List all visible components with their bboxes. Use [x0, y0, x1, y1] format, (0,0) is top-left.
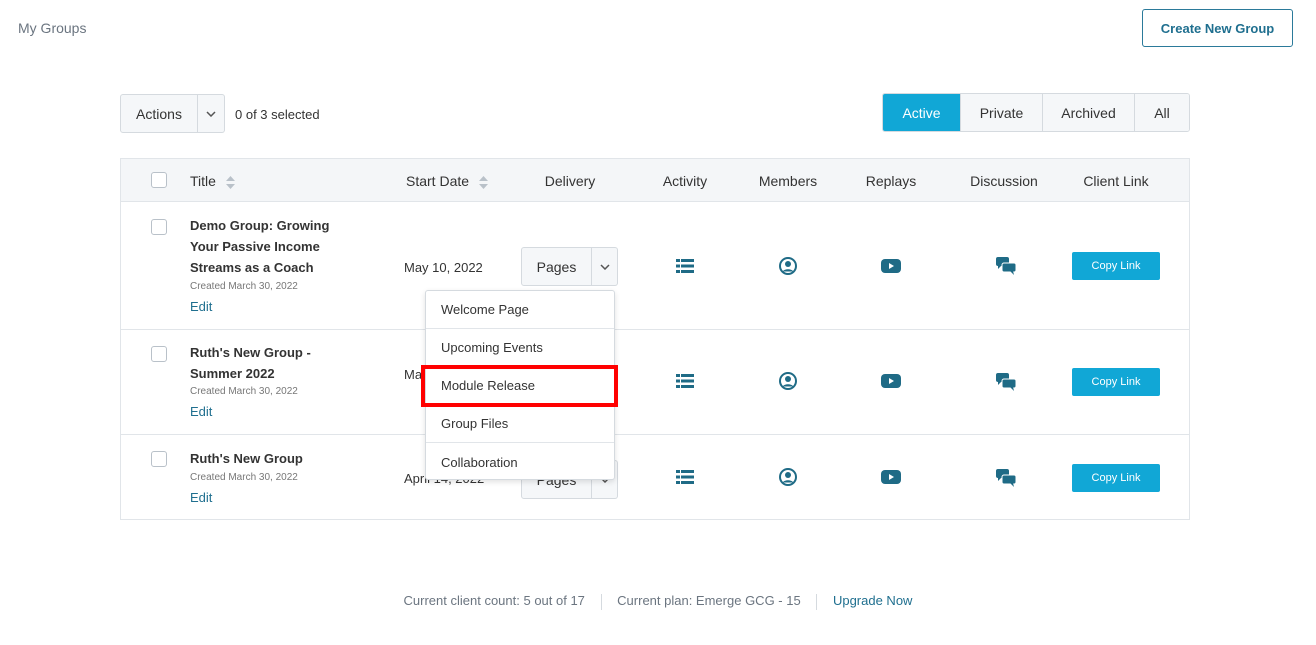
select-all-checkbox[interactable]	[151, 172, 167, 188]
table-row: Ruth's New Group - Summer 2022 Created M…	[121, 330, 1189, 435]
group-title[interactable]: Ruth's New Group	[190, 448, 330, 469]
group-created-date: Created March 30, 2022	[190, 472, 298, 483]
column-header-client-link: Client Link	[1083, 173, 1149, 189]
edit-link[interactable]: Edit	[190, 299, 212, 314]
activity-list-icon[interactable]	[676, 374, 694, 388]
client-count: Current client count: 5 out of 17	[403, 593, 585, 608]
edit-link[interactable]: Edit	[190, 404, 212, 419]
column-header-discussion: Discussion	[970, 173, 1038, 189]
copy-link-button[interactable]: Copy Link	[1072, 252, 1160, 280]
chevron-down-icon	[206, 110, 216, 117]
copy-link-button[interactable]: Copy Link	[1072, 464, 1160, 492]
menu-item-group-files[interactable]: Group Files	[426, 405, 614, 443]
actions-button[interactable]: Actions	[120, 94, 198, 133]
column-header-replays: Replays	[865, 173, 917, 189]
row-checkbox[interactable]	[151, 346, 167, 362]
column-header-title[interactable]: Title	[190, 173, 235, 189]
delivery-dropdown: Pages	[521, 247, 618, 286]
sort-icon[interactable]	[225, 175, 235, 189]
delivery-button[interactable]: Pages	[521, 247, 592, 286]
discussion-chat-bubbles-icon[interactable]	[996, 257, 1016, 275]
discussion-chat-bubbles-icon[interactable]	[996, 469, 1016, 487]
footer: Current client count: 5 out of 17 Curren…	[0, 593, 1316, 610]
replays-play-video-icon[interactable]	[881, 374, 901, 388]
tab-active[interactable]: Active	[883, 94, 960, 131]
edit-link[interactable]: Edit	[190, 490, 212, 505]
column-header-members: Members	[758, 173, 818, 189]
group-created-date: Created March 30, 2022	[190, 386, 298, 397]
menu-item-collaboration[interactable]: Collaboration	[426, 443, 614, 481]
footer-divider	[816, 593, 818, 610]
create-new-group-button[interactable]: Create New Group	[1142, 9, 1293, 47]
replays-play-video-icon[interactable]	[881, 259, 901, 273]
group-created-date: Created March 30, 2022	[190, 281, 298, 292]
page-title: My Groups	[18, 20, 87, 36]
tab-all[interactable]: All	[1134, 94, 1189, 131]
copy-link-button[interactable]: Copy Link	[1072, 368, 1160, 396]
activity-list-icon[interactable]	[676, 470, 694, 484]
current-plan: Current plan: Emerge GCG - 15	[617, 593, 801, 608]
table-row: Demo Group: Growing Your Passive Income …	[121, 203, 1189, 330]
column-header-delivery: Delivery	[544, 173, 596, 189]
discussion-chat-bubbles-icon[interactable]	[996, 373, 1016, 391]
table-header: Title Start Date Delivery Activity Membe…	[121, 159, 1189, 202]
members-user-circle-icon[interactable]	[779, 257, 797, 275]
row-checkbox[interactable]	[151, 451, 167, 467]
column-header-activity: Activity	[662, 173, 708, 189]
groups-table: Title Start Date Delivery Activity Membe…	[120, 158, 1190, 520]
start-date: May 10, 2022	[404, 260, 483, 275]
menu-item-upcoming-events[interactable]: Upcoming Events	[426, 329, 614, 367]
chevron-down-icon	[599, 263, 610, 270]
column-header-start-date[interactable]: Start Date	[406, 173, 488, 189]
footer-divider	[600, 593, 602, 610]
table-row: Ruth's New Group Created March 30, 2022 …	[121, 435, 1189, 519]
start-date: Ma	[404, 367, 423, 382]
tab-archived[interactable]: Archived	[1042, 94, 1134, 131]
members-user-circle-icon[interactable]	[779, 468, 797, 486]
delivery-dropdown-toggle[interactable]	[592, 247, 618, 286]
members-user-circle-icon[interactable]	[779, 372, 797, 390]
menu-item-welcome-page[interactable]: Welcome Page	[426, 291, 614, 329]
tab-private[interactable]: Private	[960, 94, 1042, 131]
activity-list-icon[interactable]	[676, 259, 694, 273]
group-title[interactable]: Ruth's New Group - Summer 2022	[190, 342, 330, 384]
menu-item-module-release[interactable]: Module Release	[426, 367, 614, 405]
replays-play-video-icon[interactable]	[881, 470, 901, 484]
delivery-dropdown-menu: Welcome Page Upcoming Events Module Rele…	[425, 290, 615, 480]
actions-group: Actions	[120, 94, 225, 133]
sort-icon[interactable]	[478, 175, 488, 189]
filter-tabs: Active Private Archived All	[882, 93, 1190, 132]
selected-count: 0 of 3 selected	[235, 107, 320, 122]
row-checkbox[interactable]	[151, 219, 167, 235]
actions-dropdown-toggle[interactable]	[198, 94, 225, 133]
upgrade-now-link[interactable]: Upgrade Now	[833, 593, 913, 608]
group-title[interactable]: Demo Group: Growing Your Passive Income …	[190, 215, 330, 278]
